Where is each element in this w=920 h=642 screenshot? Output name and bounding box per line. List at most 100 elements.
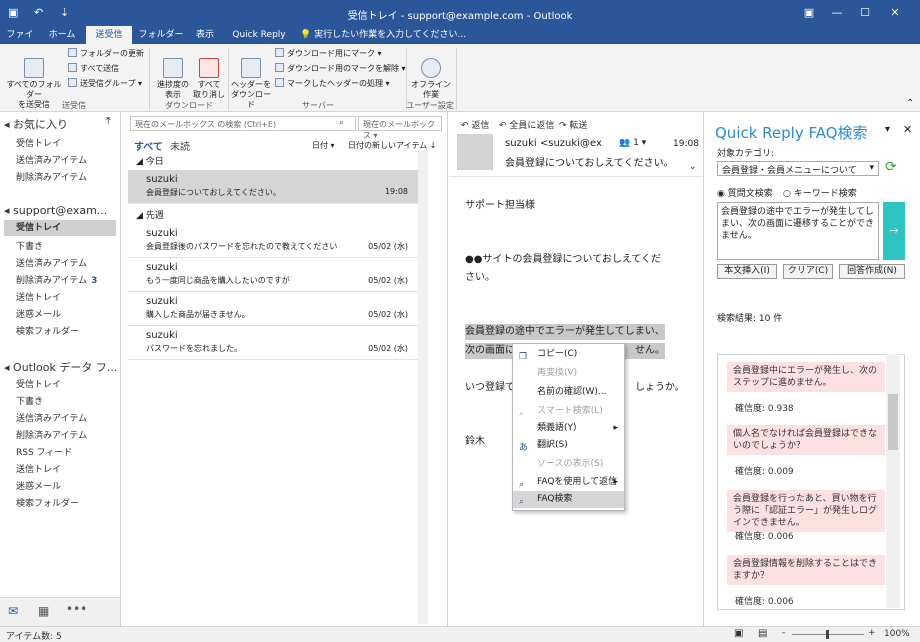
tab-view[interactable]: 表示	[190, 26, 220, 44]
pane-options-icon[interactable]: ▾	[885, 124, 890, 135]
body-selected-text[interactable]: 会員登録の途中でエラーが発生してしまい、	[465, 324, 665, 340]
menu-item-check-names[interactable]: 名前の確認(W)...	[513, 384, 624, 401]
result-question[interactable]: 個人名でなければ会員登録はできないのでしょうか？	[727, 425, 885, 455]
search-scope-dropdown[interactable]: 現在のメールボックス ▾	[358, 116, 442, 140]
category-select[interactable]: 会員登録・会員メニューについて ▾	[717, 161, 879, 176]
sender-name[interactable]: suzuki <suzuki@ex	[505, 138, 602, 149]
send-all-button[interactable]: すべて送信	[68, 63, 119, 75]
group-last-week[interactable]: ◢ 先週	[136, 208, 164, 221]
more-icon[interactable]: •••	[66, 602, 87, 616]
data-folder-inbox[interactable]: 受信トレイ	[16, 377, 61, 390]
table-row[interactable]: suzuki 会員登録についておしえてください。 19:08	[128, 170, 418, 204]
folder-refresh-icon	[68, 48, 77, 57]
search-arrow-button[interactable]: →	[883, 202, 905, 260]
mail-icon[interactable]: ✉	[8, 604, 18, 618]
reply-all-button[interactable]: ↶ 全員に返信	[499, 118, 554, 131]
close-button[interactable]: ✕	[882, 4, 908, 22]
table-row[interactable]: suzuki 購入した商品が届きません。 05/02 (水)	[128, 292, 418, 326]
table-row[interactable]: suzuki 会員登録後のパスワードを忘れたので教えてください 05/02 (水…	[128, 224, 418, 258]
mode-keyword-radio[interactable]: ○ キーワード検索	[783, 186, 857, 199]
tab-folder[interactable]: フォルダー	[138, 26, 184, 44]
folder-search[interactable]: 検索フォルダー	[16, 324, 79, 337]
fav-item-inbox[interactable]: 受信トレイ	[16, 136, 61, 149]
pin-icon[interactable]: ⤒	[106, 116, 110, 127]
folder-drafts[interactable]: 下書き	[16, 239, 43, 252]
menu-item-faq-search[interactable]: ⌕ FAQ検索	[513, 491, 624, 508]
result-question[interactable]: 会員登録中にエラーが発生し、次のステップに進めません。	[727, 362, 885, 392]
filter-unread-tab[interactable]: 未読	[170, 138, 190, 153]
forward-button[interactable]: ↷ 転送	[559, 118, 587, 131]
unmark-to-download-button[interactable]: ダウンロード用のマークを解除 ▾	[275, 63, 406, 75]
fav-item-deleted[interactable]: 削除済みアイテム	[16, 170, 87, 183]
search-icon[interactable]: ⌕	[339, 118, 344, 128]
insert-body-button[interactable]: 本文挿入(I)	[717, 264, 777, 279]
datafile-header[interactable]: ◂ Outlook データ フ...	[4, 359, 117, 375]
calendar-icon[interactable]: ▦	[38, 604, 49, 618]
tab-send-receive[interactable]: 送受信	[86, 26, 132, 44]
menu-item-synonyms[interactable]: 類義語(Y) ▸	[513, 420, 624, 437]
fav-item-sent[interactable]: 送信済みアイテム	[16, 153, 87, 166]
reply-button[interactable]: ↶ 返信	[461, 118, 489, 131]
menu-item-reply-with-faq[interactable]: ⌕ FAQを使用して返信 ▸	[513, 474, 624, 491]
folder-junk[interactable]: 迷惑メール	[16, 307, 61, 320]
favorites-header[interactable]: ◂ お気に入り	[4, 116, 68, 132]
ribbon-display-options-icon[interactable]: ▣	[796, 4, 822, 22]
chevron-down-icon[interactable]: ⌄	[689, 162, 697, 172]
mode-question-radio[interactable]: ◉ 質問文検索	[717, 186, 773, 199]
group-today[interactable]: ◢ 今日	[136, 154, 164, 167]
maximize-button[interactable]: ☐	[852, 4, 878, 22]
tab-home[interactable]: ホーム	[44, 26, 80, 44]
clear-button[interactable]: クリア(C)	[783, 264, 833, 279]
collapse-ribbon-icon[interactable]: ⌃	[906, 98, 914, 109]
folder-deleted[interactable]: 削除済みアイテム 3	[16, 273, 97, 286]
data-folder-deleted[interactable]: 削除済みアイテム	[16, 428, 87, 441]
translate-icon: あ	[519, 443, 529, 453]
show-progress-button[interactable]: 進捗度の 表示	[153, 48, 193, 100]
zoom-slider-thumb[interactable]	[826, 630, 829, 639]
list-scrollbar[interactable]	[418, 150, 428, 624]
result-question[interactable]: 会員登録情報を削除することはできますか？	[727, 555, 885, 585]
tab-file[interactable]: ファイル	[4, 26, 36, 58]
arrange-by-date[interactable]: 日付 ▾	[312, 140, 335, 151]
folder-sent[interactable]: 送信済みアイテム	[16, 256, 87, 269]
normal-view-icon[interactable]: ▣	[734, 628, 743, 639]
work-offline-button[interactable]: オフライン 作業	[410, 48, 452, 100]
zoom-level[interactable]: 100%	[884, 629, 910, 639]
results-scrollbar[interactable]	[886, 354, 900, 608]
data-folder-drafts[interactable]: 下書き	[16, 394, 43, 407]
process-marked-headers-button[interactable]: マークしたヘッダーの処理 ▾	[275, 78, 390, 90]
menu-item-smart-lookup: ⌕ スマート検索(L)	[513, 403, 624, 420]
data-folder-junk[interactable]: 迷惑メール	[16, 479, 61, 492]
account-header[interactable]: ◂ support@exam...	[4, 204, 107, 217]
filter-all-tab[interactable]: すべて	[134, 138, 163, 153]
send-receive-groups-button[interactable]: 送受信グループ ▾	[68, 78, 142, 90]
search-input[interactable]: 現在のメールボックス の検索 (Ctrl+E)	[130, 116, 356, 131]
refresh-icon[interactable]: ⟳	[885, 159, 897, 175]
menu-item-copy[interactable]: ❐ コピー(C)	[513, 346, 624, 363]
data-folder-outbox[interactable]: 送信トレイ	[16, 462, 61, 475]
close-pane-icon[interactable]: ✕	[903, 123, 912, 136]
data-folder-sent[interactable]: 送信済みアイテム	[16, 411, 87, 424]
result-question[interactable]: 会員登録を行ったあと、買い物を行う際に「認証エラー」が発生しログインできません。	[727, 490, 885, 532]
minimize-button[interactable]: —	[824, 4, 850, 22]
people-count[interactable]: 👥 1 ▾	[619, 138, 646, 148]
process-icon	[275, 78, 284, 87]
reading-view-icon[interactable]: ▤	[758, 628, 767, 639]
menu-item-translate[interactable]: あ翻訳(S)	[513, 437, 624, 454]
zoom-in-button[interactable]: +	[868, 628, 876, 638]
query-textarea[interactable]: 会員登録の途中でエラーが発生してしまい、次の画面に遷移することができません。	[717, 202, 879, 260]
table-row[interactable]: suzuki パスワードを忘れました。 05/02 (水)	[128, 326, 418, 360]
folder-outbox[interactable]: 送信トレイ	[16, 290, 61, 303]
data-folder-search[interactable]: 検索フォルダー	[16, 496, 79, 509]
mark-to-download-button[interactable]: ダウンロード用にマーク ▾	[275, 48, 382, 60]
scrollbar-thumb[interactable]	[888, 394, 898, 450]
update-folder-button[interactable]: フォルダーの更新	[68, 48, 144, 60]
folder-inbox[interactable]: 受信トレイ	[4, 220, 116, 236]
tab-quick-reply[interactable]: Quick Reply	[228, 26, 290, 44]
compose-answer-button[interactable]: 回答作成(N)	[839, 264, 905, 279]
data-folder-rss[interactable]: RSS フィード	[16, 445, 72, 458]
zoom-out-button[interactable]: -	[782, 628, 785, 638]
cancel-all-button[interactable]: すべて 取り消し	[192, 48, 226, 100]
tell-me-box[interactable]: 💡 実行したい作業を入力してください...	[300, 26, 490, 44]
table-row[interactable]: suzuki もう一度同じ商品を購入したいのですが 05/02 (水)	[128, 258, 418, 292]
